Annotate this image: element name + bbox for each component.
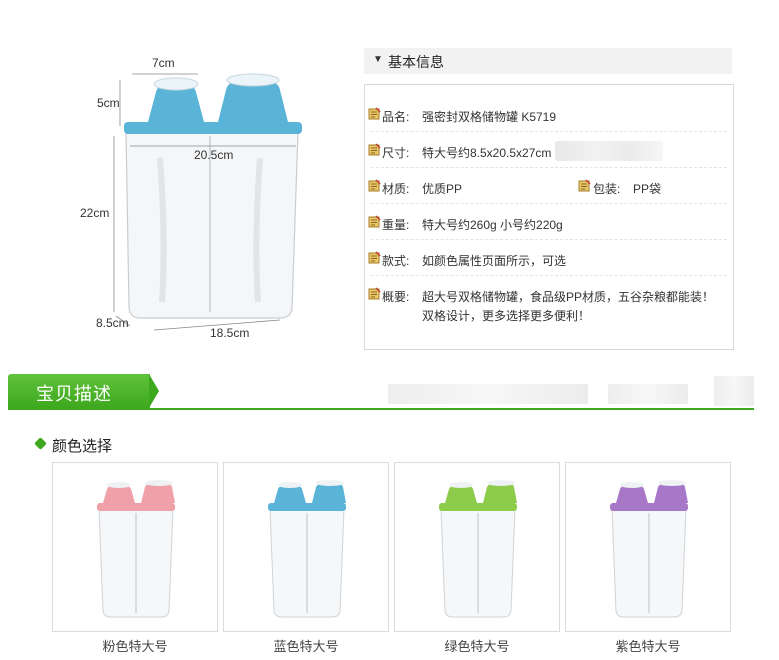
row-divider [371, 203, 727, 204]
container-thumbnail [610, 480, 688, 618]
blurred-region [714, 376, 754, 406]
info-key: 品名: [382, 110, 410, 124]
caret-down-icon: ▼ [373, 54, 383, 65]
color-selection-title: 颜色选择 [52, 438, 113, 455]
lid-width-label: 20.5cm [194, 148, 234, 162]
info-value: 超大号双格储物罐，食品级PP材质，五谷杂粮都能装！ [422, 290, 715, 304]
diamond-bullet-icon [34, 437, 47, 450]
note-icon [368, 251, 381, 264]
info-key: 概要: [382, 290, 410, 304]
color-option-label: 绿色特大号 [444, 639, 510, 654]
color-option-label: 蓝色特大号 [273, 639, 339, 654]
cap-height-label: 5cm [97, 96, 120, 110]
row-divider [371, 239, 727, 240]
section-title: 宝贝描述 [36, 384, 112, 404]
note-icon [368, 215, 381, 228]
info-value-packaging: PP袋 [633, 182, 662, 196]
info-key-packaging: 包装: [593, 182, 621, 196]
note-icon [368, 107, 381, 120]
basic-info-table: 品名: 强密封双格储物罐 K5719 尺寸: 特大号约8.5x20.5x27cm… [364, 84, 734, 350]
container-thumbnail [268, 480, 346, 618]
info-key: 款式: [382, 254, 410, 268]
note-icon [368, 179, 381, 192]
info-key: 材质: [382, 182, 410, 196]
basic-info-panel: ▼ 基本信息 品名: 强密封双格储物罐 K5719 尺寸: 特大号约8.5x20… [364, 48, 734, 350]
info-row-name: 品名: 强密封双格储物罐 K5719 [365, 101, 733, 129]
info-row-size: 尺寸: 特大号约8.5x20.5x27cm [365, 137, 733, 165]
base-width-label: 18.5cm [210, 326, 250, 340]
row-divider [371, 275, 727, 276]
color-option-label: 紫色特大号 [615, 639, 681, 654]
depth-label: 8.5cm [96, 316, 129, 330]
info-row-weight: 重量: 特大号约260g 小号约220g [365, 209, 733, 237]
info-value: 特大号约8.5x20.5x27cm [422, 146, 552, 160]
product-dimension-image: 7cm 5cm 20.5cm 22cm 8.5cm 18.5cm [70, 40, 330, 360]
info-key: 重量: [382, 218, 410, 232]
basic-info-header: ▼ 基本信息 [364, 48, 732, 74]
info-row-style: 款式: 如颜色属性页面所示，可选 [365, 245, 733, 273]
section-banner: 宝贝描述 [8, 374, 754, 410]
row-divider [371, 167, 727, 168]
section-rule [8, 408, 754, 410]
color-option-card[interactable] [52, 462, 218, 632]
row-divider [371, 131, 727, 132]
color-option-card[interactable] [565, 462, 731, 632]
note-icon [368, 287, 381, 300]
info-row-summary: 概要: 超大号双格储物罐，食品级PP材质，五谷杂粮都能装！ 双格设计，更多选择更… [365, 281, 733, 327]
note-icon [578, 179, 591, 192]
container-thumbnail [439, 480, 517, 618]
container-illustration [113, 73, 302, 331]
info-key: 尺寸: [382, 146, 410, 160]
color-option-card[interactable] [223, 462, 389, 632]
info-row-material: 材质: 优质PP 包装: PP袋 [365, 173, 733, 201]
color-option-card[interactable] [394, 462, 560, 632]
info-value-line2: 双格设计，更多选择更多便利！ [422, 309, 591, 323]
top-width-label: 7cm [152, 56, 175, 70]
info-value: 如颜色属性页面所示，可选 [422, 254, 567, 268]
color-option-label: 粉色特大号 [102, 639, 168, 654]
section-tab-arrow [149, 374, 159, 408]
blurred-region [608, 384, 688, 404]
info-value: 强密封双格储物罐 K5719 [422, 110, 557, 124]
info-value: 特大号约260g 小号约220g [422, 218, 563, 232]
basic-info-title: 基本信息 [388, 54, 444, 70]
blurred-region [388, 384, 588, 404]
info-value: 优质PP [422, 182, 463, 196]
container-thumbnail [97, 480, 175, 618]
blurred-region [555, 141, 663, 161]
note-icon [368, 143, 381, 156]
height-label: 22cm [80, 206, 110, 220]
